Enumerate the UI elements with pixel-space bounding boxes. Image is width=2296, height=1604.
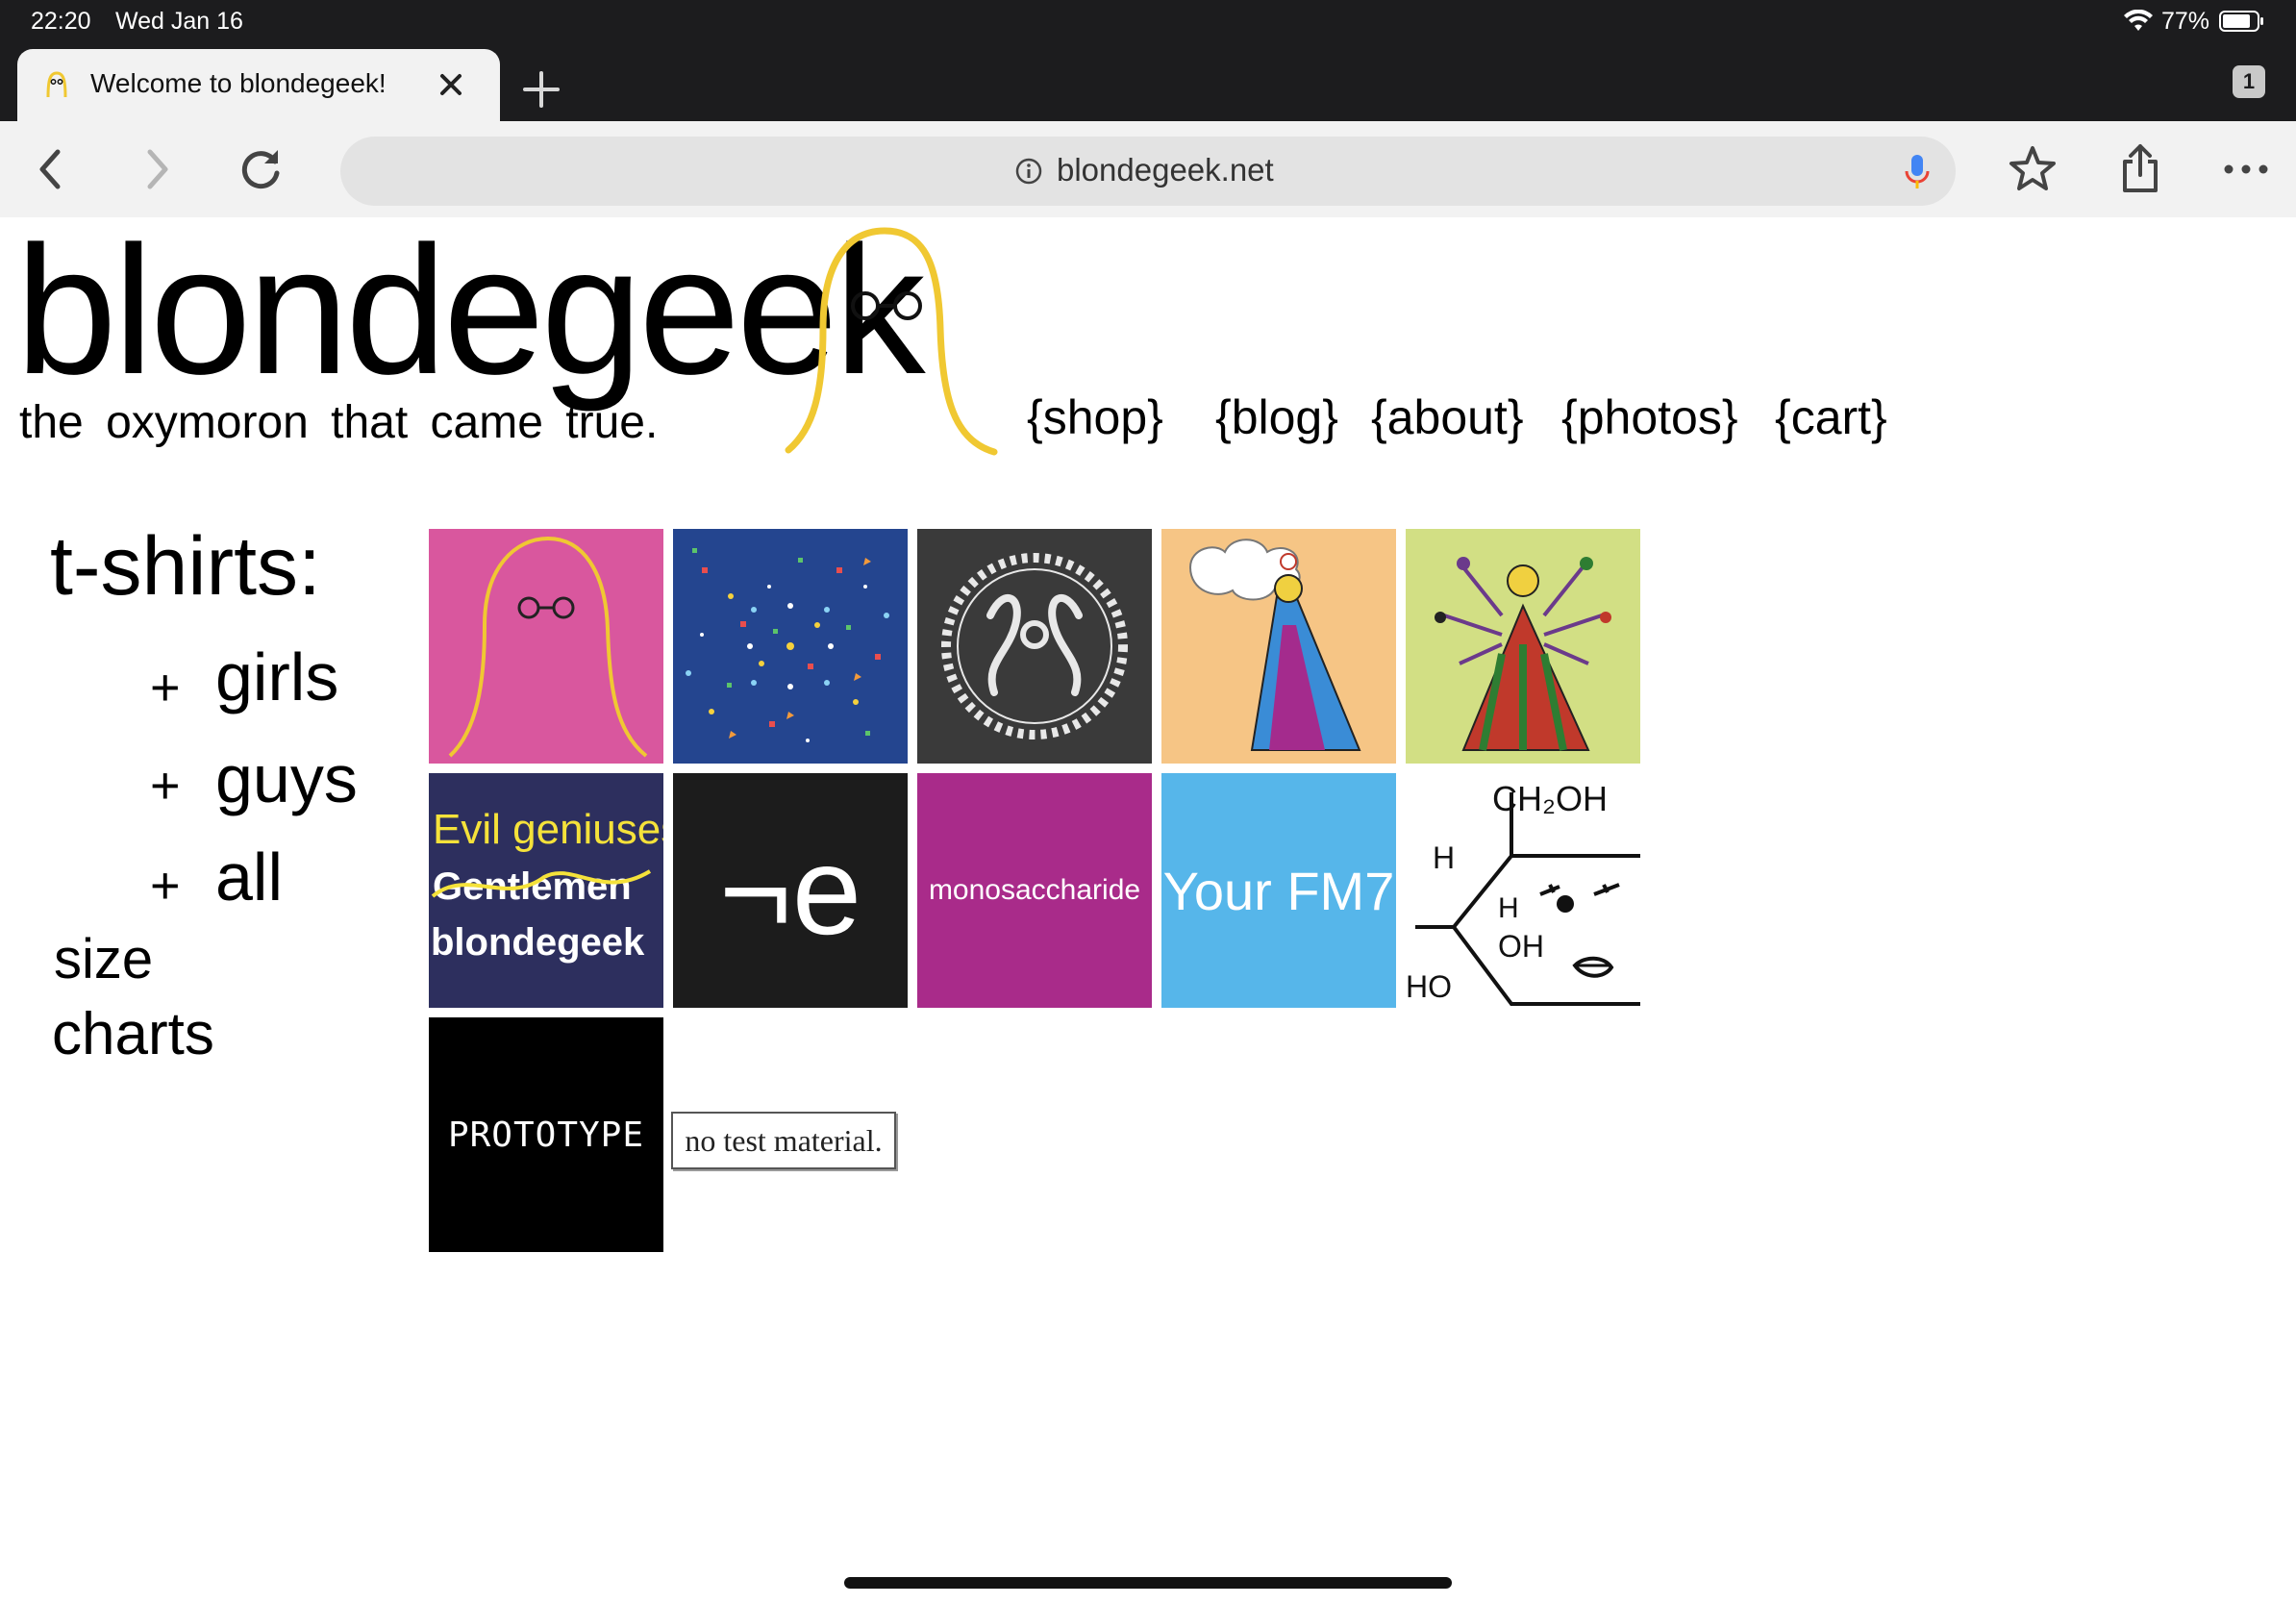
back-icon[interactable] — [23, 140, 81, 198]
product-tile-multi-armed-lady[interactable] — [1406, 529, 1640, 764]
blondegeek-text: blondegeek — [431, 921, 645, 964]
lady-with-cloud-icon — [1188, 539, 1361, 751]
tab-strip: Welcome to blondegeek! 1 — [0, 42, 2296, 121]
blondegeek-favicon-icon — [46, 71, 67, 98]
bullet-plus: + — [150, 857, 181, 915]
product-tile-monosaccharide[interactable]: monosaccharide — [917, 773, 1152, 1008]
product-tile-no-test-material[interactable]: no test material. — [671, 1112, 896, 1169]
active-tab[interactable]: Welcome to blondegeek! — [17, 49, 500, 121]
your-fm-text: Your FM7 — [1162, 860, 1395, 921]
multi-armed-lady-icon — [1435, 557, 1611, 751]
rope-emblem-icon — [941, 553, 1128, 739]
not-e-text: ¬e — [718, 820, 862, 961]
evil-geniuses-text: Evil geniuses — [433, 806, 663, 853]
product-tile-blondegeek-logo[interactable] — [429, 529, 663, 764]
blonde-geek-logo-figure[interactable] — [781, 223, 1002, 464]
site-tagline: the oxymoron that came true. — [19, 397, 659, 448]
reload-icon[interactable] — [233, 140, 290, 198]
new-tab-plus-icon[interactable] — [517, 65, 565, 113]
nav-about-link[interactable]: {about} — [1371, 389, 1524, 445]
status-bar: 22:20 Wed Jan 16 77% — [0, 0, 2296, 42]
blonde-figure-icon — [448, 536, 648, 758]
product-tile-not-e[interactable]: ¬e — [673, 773, 908, 1008]
forward-icon[interactable] — [127, 140, 185, 198]
share-icon[interactable] — [2111, 140, 2169, 198]
product-tile-evil-geniuses[interactable]: Evil geniuses Gentlemen blondegeek — [429, 773, 663, 1008]
product-tile-prototype[interactable]: PROTOTYPE — [429, 1017, 663, 1252]
bookmark-star-icon[interactable] — [2004, 140, 2061, 198]
nav-cart-link[interactable]: {cart} — [1775, 389, 1887, 445]
product-tile-sugar-face[interactable]: CH₂OH H H OH HO — [1406, 773, 1640, 1008]
tab-title: Welcome to blondegeek! — [90, 68, 387, 98]
product-tile-confetti-burst[interactable] — [673, 529, 908, 764]
ch2oh-label: CH₂OH — [1492, 779, 1608, 818]
sidebar-link-all[interactable]: all — [215, 839, 283, 915]
product-tile-your-fm[interactable]: Your FM7 — [1161, 773, 1396, 1008]
microphone-icon[interactable] — [1898, 152, 1936, 192]
wifi-icon — [2124, 10, 2153, 31]
product-tile-rope-emblem[interactable] — [917, 529, 1152, 764]
h-label: H — [1498, 892, 1519, 924]
size-charts-link-line1[interactable]: size — [54, 927, 153, 991]
info-icon[interactable] — [1013, 156, 1044, 187]
sidebar-link-guys[interactable]: guys — [215, 740, 358, 817]
nav-shop-link[interactable]: {shop} — [1027, 389, 1163, 445]
confetti-burst-icon — [686, 548, 889, 742]
status-time: 22:20 — [31, 8, 91, 35]
nav-blog-link[interactable]: {blog} — [1215, 389, 1338, 445]
more-menu-icon[interactable] — [2217, 140, 2275, 198]
ho-label: HO — [1406, 969, 1452, 1004]
strike-scribble-icon — [431, 869, 652, 898]
prototype-text: PROTOTYPE — [447, 1115, 645, 1155]
close-tab-icon[interactable] — [433, 66, 469, 103]
battery-percentage: 77% — [2161, 8, 2210, 35]
tab-count-badge[interactable]: 1 — [2233, 65, 2265, 98]
sidebar: t-shirts: + girls + guys + all size char… — [50, 519, 396, 1077]
status-date: Wed Jan 16 — [115, 8, 243, 35]
home-indicator[interactable] — [844, 1577, 1452, 1589]
browser-toolbar: blondegeek.net — [0, 121, 2296, 217]
url-text[interactable]: blondegeek.net — [1057, 152, 1274, 188]
monosaccharide-text: monosaccharide — [928, 874, 1141, 906]
nav-photos-link[interactable]: {photos} — [1561, 389, 1738, 445]
battery-icon — [2219, 11, 2263, 32]
bullet-plus: + — [150, 757, 181, 815]
tshirts-heading: t-shirts: — [50, 520, 321, 613]
h-label-left: H — [1433, 840, 1456, 875]
address-bar[interactable]: blondegeek.net — [340, 137, 1956, 206]
product-grid: Evil geniuses Gentlemen blondegeek ¬e mo… — [429, 529, 1640, 1260]
product-tile-lady-cloud[interactable] — [1161, 529, 1396, 764]
sidebar-link-girls[interactable]: girls — [215, 639, 338, 715]
bullet-plus: + — [150, 659, 181, 716]
size-charts-link-line2[interactable]: charts — [52, 1000, 214, 1068]
oh-label: OH — [1498, 929, 1544, 964]
